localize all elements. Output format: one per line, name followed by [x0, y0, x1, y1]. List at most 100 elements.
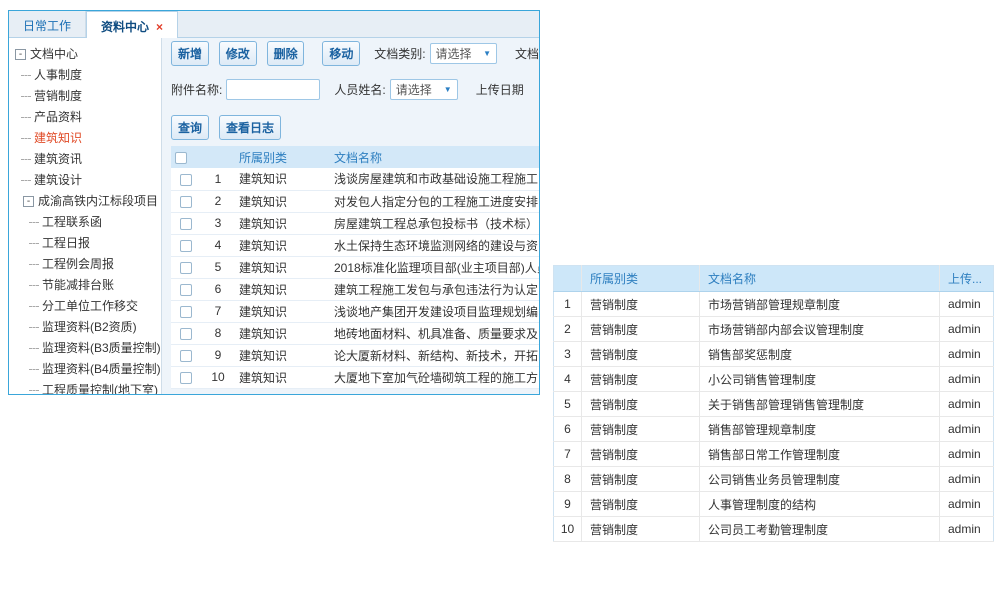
- sidebar-tree: -文档中心人事制度营销制度产品资料建筑知识建筑资讯建筑设计 -成渝高铁内江标段项目…: [9, 38, 162, 395]
- row-category: 建筑知识: [235, 256, 330, 278]
- row-category: 营销制度: [582, 417, 700, 442]
- row-category: 建筑知识: [235, 190, 330, 212]
- tree-item[interactable]: 建筑资讯: [9, 149, 161, 170]
- row-checkbox[interactable]: [180, 350, 192, 362]
- row-checkbox[interactable]: [180, 262, 192, 274]
- doc-name-column-header: 文档名称: [330, 146, 539, 168]
- tree-item[interactable]: 监理资料(B4质量控制): [9, 359, 161, 380]
- row-number: 10: [554, 517, 582, 542]
- tab-daily-work[interactable]: 日常工作: [9, 11, 86, 37]
- table-row: 4建筑知识水土保持生态环境监测网络的建设与资...: [171, 234, 539, 256]
- tree-node[interactable]: -成渝高铁内江标段项目: [9, 191, 161, 212]
- tree-connector: [21, 96, 31, 97]
- row-doc-name: 公司销售业务员管理制度: [700, 467, 940, 492]
- table-row: 1营销制度市场营销部管理规章制度admin: [554, 292, 994, 317]
- tab-data-center[interactable]: 资料中心 ×: [86, 11, 178, 38]
- delete-button[interactable]: 删除: [267, 41, 305, 66]
- row-checkbox[interactable]: [180, 372, 192, 384]
- row-category: 营销制度: [582, 317, 700, 342]
- table-row: 6营销制度销售部管理规章制度admin: [554, 417, 994, 442]
- row-doc-name: 论大厦新材料、新结构、新技术，开拓...: [330, 344, 539, 366]
- row-number: 8: [554, 467, 582, 492]
- tree-connector: [29, 306, 39, 307]
- tab-bar: 日常工作 资料中心 ×: [9, 11, 539, 38]
- doc-category-label: 文档类别:: [374, 45, 425, 62]
- row-checkbox[interactable]: [180, 240, 192, 252]
- row-number: 9: [554, 492, 582, 517]
- table-row: 2营销制度市场营销部内部会议管理制度admin: [554, 317, 994, 342]
- tree-item[interactable]: 人事制度: [9, 65, 161, 86]
- close-icon[interactable]: ×: [156, 20, 163, 34]
- tree-connector: [29, 243, 39, 244]
- row-doc-name: 销售部管理规章制度: [700, 417, 940, 442]
- collapse-icon[interactable]: -: [23, 196, 34, 207]
- tree-connector: [21, 138, 31, 139]
- row-doc-name: 建筑工程施工发包与承包违法行为认定...: [330, 278, 539, 300]
- tree-connector: [29, 369, 39, 370]
- row-doc-name: 销售部奖惩制度: [700, 342, 940, 367]
- table-row: 2建筑知识对发包人指定分包的工程施工进度安排...: [171, 190, 539, 212]
- tree-item[interactable]: 建筑知识: [9, 128, 161, 149]
- doc-name-label-clipped: 文档: [515, 45, 539, 62]
- tree-item[interactable]: 工程质量控制(地下室): [9, 380, 161, 395]
- query-button[interactable]: 查询: [171, 115, 209, 140]
- upload-date-label-clipped: 上传日期: [476, 81, 524, 98]
- row-doc-name: 浅谈地产集团开发建设项目监理规划编...: [330, 300, 539, 322]
- select-all-checkbox[interactable]: [175, 152, 187, 164]
- person-name-label: 人员姓名:: [334, 81, 385, 98]
- number-column-header: [554, 266, 582, 292]
- add-button[interactable]: 新增: [171, 41, 209, 66]
- tree-connector: [21, 117, 31, 118]
- category-column-header: 所属别类: [582, 266, 700, 292]
- row-doc-name: 大厦地下室加气砼墙砌筑工程的施工方...: [330, 366, 539, 388]
- row-doc-name: 小公司销售管理制度: [700, 367, 940, 392]
- row-doc-name: 销售部日常工作管理制度: [700, 442, 940, 467]
- person-name-select[interactable]: 请选择 ▼: [390, 79, 458, 100]
- tree-item[interactable]: 建筑设计: [9, 170, 161, 191]
- row-checkbox[interactable]: [180, 328, 192, 340]
- tree-connector: [29, 327, 39, 328]
- row-checkbox[interactable]: [180, 196, 192, 208]
- tree-connector: [29, 285, 39, 286]
- row-doc-name: 公司员工考勤管理制度: [700, 517, 940, 542]
- attachment-name-input[interactable]: [226, 79, 320, 100]
- collapse-icon[interactable]: -: [15, 49, 26, 60]
- row-number: 6: [554, 417, 582, 442]
- tree-node[interactable]: -文档中心: [9, 44, 161, 65]
- tree-item[interactable]: 营销制度: [9, 86, 161, 107]
- row-number: 5: [554, 392, 582, 417]
- row-doc-name: 2018标准化监理项目部(业主项目部)人员...: [330, 256, 539, 278]
- table-row: 9营销制度人事管理制度的结构admin: [554, 492, 994, 517]
- doc-category-value: 请选择: [436, 45, 472, 62]
- row-checkbox[interactable]: [180, 174, 192, 186]
- tree-item[interactable]: 工程例会周报: [9, 254, 161, 275]
- tree-item[interactable]: 监理资料(B3质量控制): [9, 338, 161, 359]
- table-row: 5营销制度关于销售部管理销售管理制度admin: [554, 392, 994, 417]
- tab-label: 资料中心: [101, 20, 149, 34]
- view-log-button[interactable]: 查看日志: [219, 115, 281, 140]
- table-row: 9建筑知识论大厦新材料、新结构、新技术，开拓...: [171, 344, 539, 366]
- move-button[interactable]: 移动: [322, 41, 360, 66]
- tree-connector: [21, 159, 31, 160]
- tree-item[interactable]: 产品资料: [9, 107, 161, 128]
- tree-item[interactable]: 工程联系函: [9, 212, 161, 233]
- table-row: 4营销制度小公司销售管理制度admin: [554, 367, 994, 392]
- tree-item[interactable]: 工程日报: [9, 233, 161, 254]
- row-number: 3: [201, 212, 235, 234]
- row-checkbox[interactable]: [180, 218, 192, 230]
- tree-item[interactable]: 分工单位工作移交: [9, 296, 161, 317]
- tree-item[interactable]: 节能减排台账: [9, 275, 161, 296]
- documents-table: 所属别类 文档名称 1建筑知识浅谈房屋建筑和市政基础设施工程施工...2建筑知识…: [171, 146, 539, 389]
- row-checkbox[interactable]: [180, 306, 192, 318]
- tree-item-label: 人事制度: [34, 68, 82, 82]
- row-uploader: admin: [940, 317, 994, 342]
- tree-item[interactable]: 监理资料(B2资质): [9, 317, 161, 338]
- row-number: 8: [201, 322, 235, 344]
- category-column-header: 所属别类: [235, 146, 330, 168]
- row-checkbox[interactable]: [180, 284, 192, 296]
- tree-item-label: 建筑设计: [34, 173, 82, 187]
- doc-category-select[interactable]: 请选择 ▼: [430, 43, 497, 64]
- edit-button[interactable]: 修改: [219, 41, 257, 66]
- tree-item-label: 监理资料(B4质量控制): [42, 362, 161, 376]
- tree-item-label: 监理资料(B2资质): [42, 320, 137, 334]
